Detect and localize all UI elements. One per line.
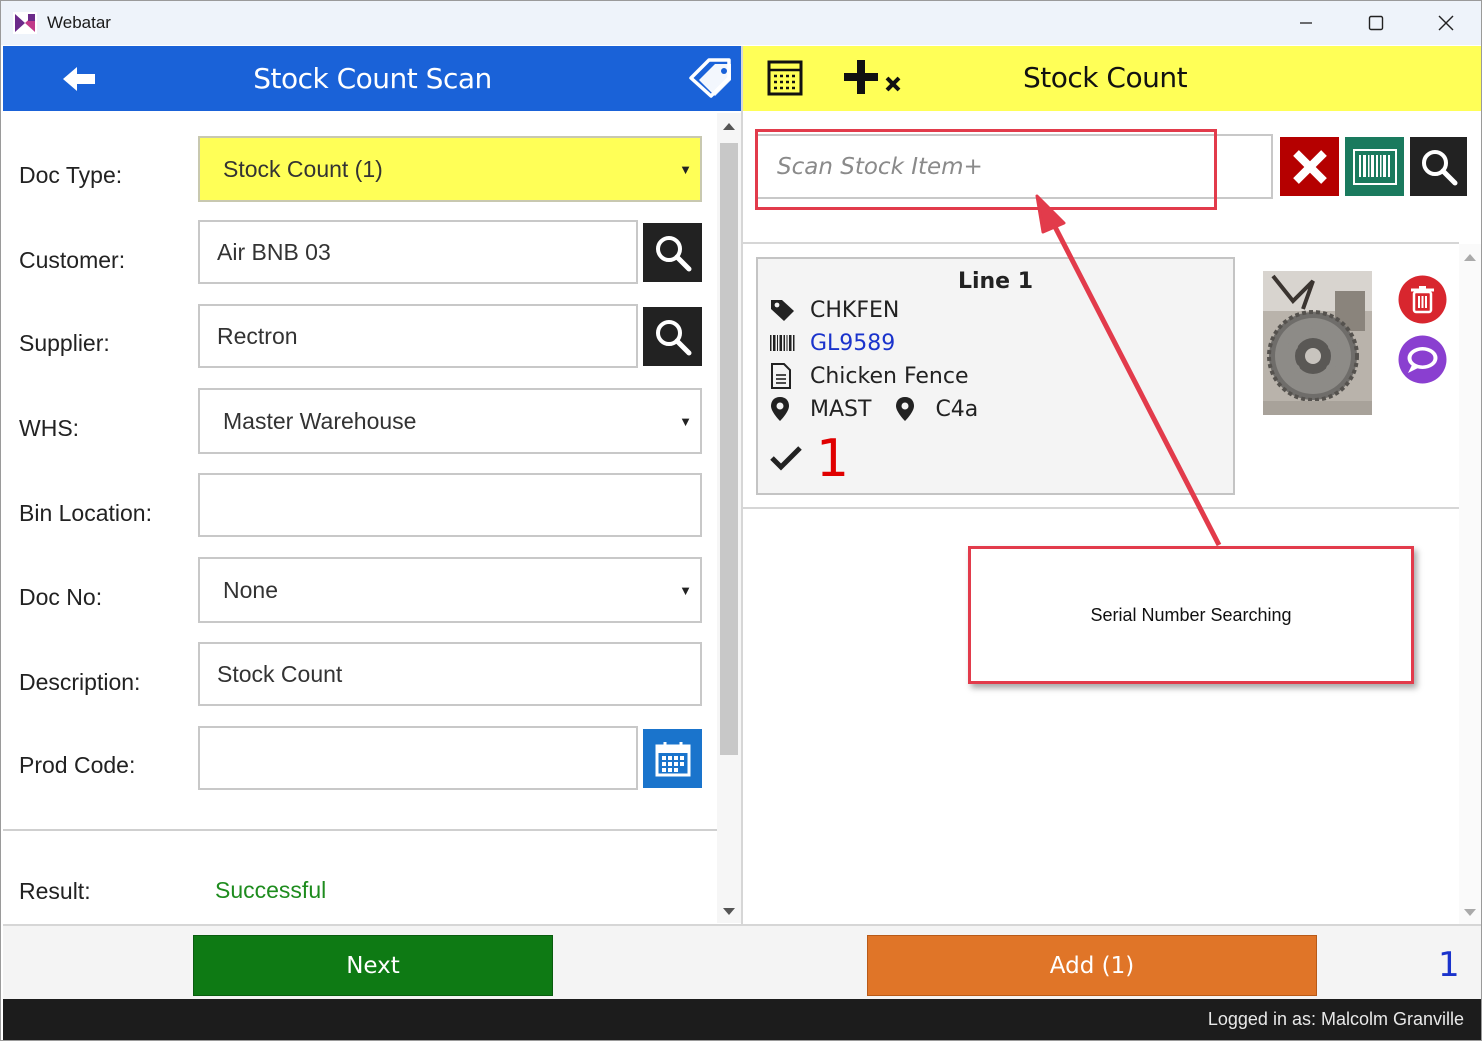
bin-location-field[interactable] xyxy=(198,473,702,537)
line-count: 1 xyxy=(1438,945,1460,985)
trash-icon[interactable] xyxy=(1398,275,1447,324)
list-divider xyxy=(743,507,1459,509)
customer-label: Customer: xyxy=(19,247,126,273)
supplier-label: Supplier: xyxy=(19,330,110,356)
description-row: Chicken Fence xyxy=(770,363,969,389)
item-photo[interactable] xyxy=(1263,271,1372,415)
close-icon xyxy=(1438,15,1454,31)
close-icon xyxy=(1292,149,1327,184)
maximize-icon xyxy=(1368,15,1384,31)
calendar-button[interactable] xyxy=(643,729,702,788)
item-barcode[interactable]: GL9589 xyxy=(810,331,895,356)
next-button[interactable]: Next xyxy=(193,935,553,996)
line-quantity: 1 xyxy=(816,429,850,489)
description-label: Description: xyxy=(19,669,141,695)
barcode-icon xyxy=(1352,148,1397,185)
customer-field[interactable]: Air BNB 03 xyxy=(198,220,638,284)
scroll-up-icon[interactable] xyxy=(723,123,735,130)
grid-icon[interactable] xyxy=(767,60,803,96)
doc-no-value: None xyxy=(223,576,278,603)
location-icon xyxy=(771,397,789,421)
minimize-icon xyxy=(1300,22,1312,24)
stock-count-title: Stock Count xyxy=(1023,61,1188,94)
scroll-down-icon[interactable] xyxy=(723,908,735,915)
chevron-down-icon: ▼ xyxy=(679,583,692,598)
whs-select[interactable]: Master Warehouse ▼ xyxy=(198,388,702,454)
customer-search-button[interactable] xyxy=(643,223,702,282)
description-field[interactable]: Stock Count xyxy=(198,642,702,706)
supplier-field[interactable]: Rectron xyxy=(198,304,638,368)
item-description: Chicken Fence xyxy=(810,363,969,389)
chat-icon[interactable] xyxy=(1398,335,1447,384)
maximize-button[interactable] xyxy=(1341,1,1411,45)
doc-type-label: Doc Type: xyxy=(19,162,123,188)
annotation-callout: Serial Number Searching xyxy=(968,546,1414,684)
scrollbar-thumb[interactable] xyxy=(720,143,738,755)
customer-value: Air BNB 03 xyxy=(217,238,331,265)
item-code-row: CHKFEN xyxy=(770,297,899,323)
scroll-up-icon[interactable] xyxy=(1464,254,1476,261)
search-stock-button[interactable] xyxy=(1410,137,1467,196)
right-header: Stock Count xyxy=(743,46,1481,111)
document-icon xyxy=(771,363,791,389)
barcode-scan-button[interactable] xyxy=(1345,137,1404,196)
webatar-logo-icon xyxy=(13,12,37,34)
minimize-button[interactable] xyxy=(1271,1,1341,45)
bin-code: C4a xyxy=(935,396,979,422)
doc-type-value: Stock Count (1) xyxy=(223,155,383,182)
stock-line-card[interactable]: Line 1 CHKFEN GL9589 Chicken Fence MAST … xyxy=(756,257,1235,495)
warehouse-code: MAST xyxy=(810,396,872,422)
checkmark-icon xyxy=(770,446,802,471)
location-row: MAST C4a xyxy=(770,396,978,422)
clear-scan-button[interactable] xyxy=(1280,137,1339,196)
chevron-down-icon: ▼ xyxy=(679,414,692,429)
result-value: Successful xyxy=(215,877,327,903)
callout-text: Serial Number Searching xyxy=(1090,604,1292,625)
result-label: Result: xyxy=(19,878,91,904)
page-title: Stock Count Scan xyxy=(253,62,492,95)
window-title: Webatar xyxy=(47,13,111,32)
calendar-icon xyxy=(655,741,690,776)
doc-type-select[interactable]: Stock Count (1) ▼ xyxy=(198,136,702,202)
supplier-search-button[interactable] xyxy=(643,307,702,366)
list-top-divider xyxy=(743,242,1459,244)
annotation-highlight-box xyxy=(755,129,1217,210)
barcode-icon xyxy=(770,335,795,351)
prod-code-label: Prod Code: xyxy=(19,752,136,778)
tag-icon xyxy=(771,300,794,321)
left-header: Stock Count Scan xyxy=(3,46,742,111)
close-window-button[interactable] xyxy=(1411,1,1481,45)
supplier-value: Rectron xyxy=(217,322,298,349)
search-icon xyxy=(655,319,691,355)
right-scrollbar[interactable] xyxy=(1459,244,1481,924)
chevron-down-icon: ▼ xyxy=(679,162,692,177)
location-icon xyxy=(896,397,915,421)
title-bar: Webatar xyxy=(1,1,1481,45)
app-window: Webatar Stock Count Scan Doc Type: Stock… xyxy=(0,0,1482,1041)
scroll-down-icon[interactable] xyxy=(1464,909,1476,916)
status-bar: Logged in as: Malcolm Granville xyxy=(3,999,1481,1040)
plus-times-icon[interactable] xyxy=(843,58,905,98)
form-divider xyxy=(3,829,717,831)
description-value: Stock Count xyxy=(217,660,343,687)
tags-icon[interactable] xyxy=(687,58,735,100)
add-button[interactable]: Add (1) xyxy=(867,935,1317,996)
line-title: Line 1 xyxy=(957,269,1034,294)
doc-no-select[interactable]: None ▼ xyxy=(198,557,702,623)
item-code: CHKFEN xyxy=(810,297,900,323)
whs-label: WHS: xyxy=(19,415,80,441)
logged-in-text: Logged in as: Malcolm Granville xyxy=(1207,1009,1464,1029)
panel-divider xyxy=(741,46,743,999)
barcode-row: GL9589 xyxy=(770,330,895,356)
whs-value: Master Warehouse xyxy=(223,407,417,434)
search-icon xyxy=(1421,149,1457,185)
bin-location-label: Bin Location: xyxy=(19,500,152,526)
doc-no-label: Doc No: xyxy=(19,584,103,610)
left-scrollbar[interactable] xyxy=(717,113,741,923)
search-icon xyxy=(655,235,691,271)
prod-code-field[interactable] xyxy=(198,726,638,790)
